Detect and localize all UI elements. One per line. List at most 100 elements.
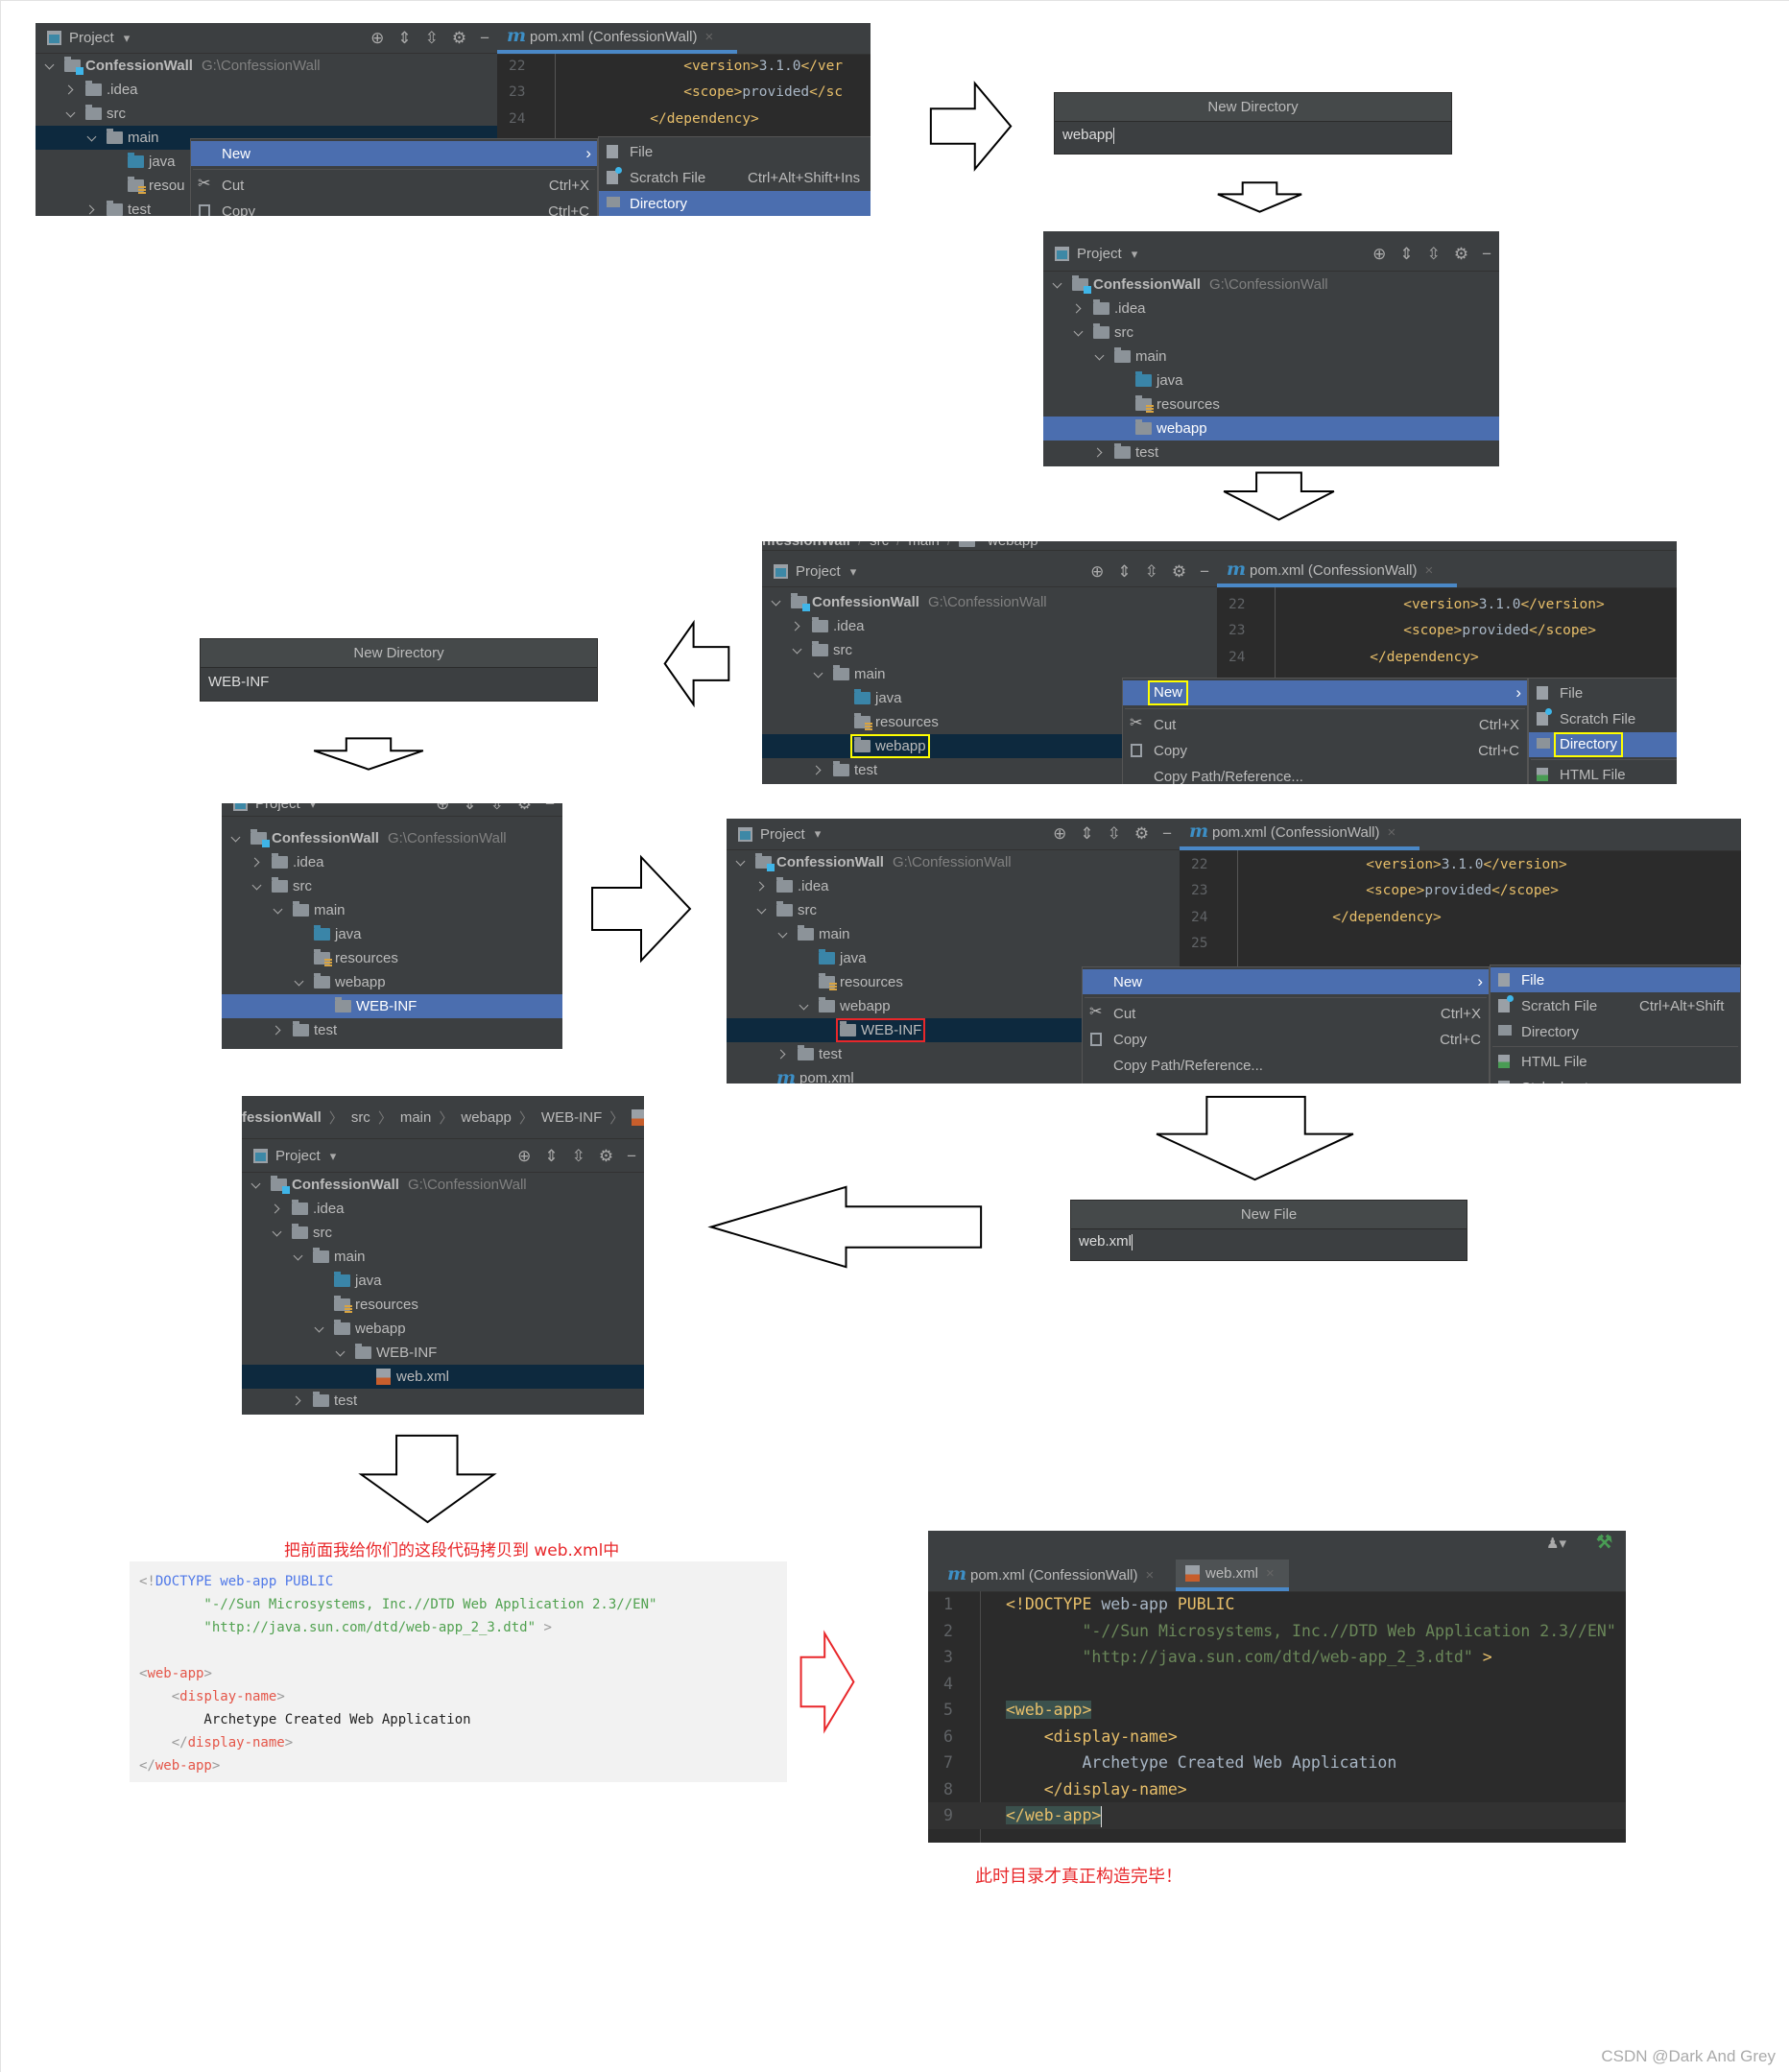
file-name-input[interactable]: web.xml bbox=[1077, 1229, 1461, 1254]
chevron-right-icon[interactable] bbox=[272, 1025, 287, 1035]
tree-item[interactable]: ConfessionWall G:\ConfessionWall bbox=[727, 850, 1180, 874]
collapse-all-icon[interactable]: ⇳ bbox=[490, 803, 504, 814]
chevron-down-icon[interactable] bbox=[292, 1251, 307, 1261]
gear-icon[interactable]: ⚙ bbox=[452, 29, 466, 48]
tree-item[interactable]: .idea bbox=[222, 850, 562, 874]
chevron-right-icon[interactable] bbox=[1072, 303, 1087, 313]
breadcrumb-item[interactable]: fessionWall bbox=[242, 1109, 322, 1126]
locate-icon[interactable]: ⊕ bbox=[436, 803, 449, 814]
tree-item[interactable]: webapp bbox=[222, 970, 562, 994]
code-area[interactable]: 1 <!DOCTYPE web-app PUBLIC 2 "-//Sun Micro… bbox=[928, 1591, 1626, 1843]
project-view-title[interactable]: Project bbox=[255, 803, 300, 812]
chevron-down-icon[interactable] bbox=[734, 857, 750, 867]
collapse-all-icon[interactable]: ⇳ bbox=[425, 29, 439, 48]
editor-tab[interactable]: web.xml × bbox=[1176, 1560, 1289, 1591]
chevron-down-icon[interactable] bbox=[272, 905, 287, 915]
expand-all-icon[interactable]: ⇕ bbox=[1117, 562, 1131, 582]
close-tab-icon[interactable]: × bbox=[1388, 824, 1396, 841]
menu-item[interactable]: Directory bbox=[1491, 1019, 1740, 1044]
tree-item[interactable]: resources bbox=[222, 946, 562, 970]
dropdown-arrow-icon[interactable]: ▾ bbox=[815, 826, 822, 842]
collapse-all-icon[interactable]: ⇳ bbox=[1108, 824, 1121, 844]
tree-item[interactable]: .idea bbox=[242, 1197, 644, 1221]
project-view-title[interactable]: Project bbox=[796, 563, 841, 580]
tree-item[interactable]: .idea bbox=[36, 78, 497, 102]
chevron-down-icon[interactable] bbox=[64, 108, 80, 118]
menu-item[interactable]: Cut Ctrl+X bbox=[1123, 712, 1527, 737]
tree-item[interactable]: java bbox=[242, 1269, 644, 1293]
tree-item[interactable]: webapp bbox=[242, 1317, 644, 1341]
menu-item[interactable]: Copy Path/Reference... bbox=[1123, 764, 1527, 785]
editor-tab[interactable]: pom.xml (ConfessionWall) × bbox=[1180, 819, 1419, 850]
project-view-title[interactable]: Project bbox=[275, 1148, 321, 1164]
tree-item[interactable]: main bbox=[1043, 345, 1499, 369]
expand-all-icon[interactable]: ⇕ bbox=[544, 1147, 558, 1166]
tree-item[interactable]: java bbox=[1043, 369, 1499, 393]
tree-item[interactable]: ConfessionWall G:\ConfessionWall bbox=[222, 826, 562, 850]
chevron-right-icon[interactable] bbox=[250, 857, 266, 867]
close-tab-icon[interactable]: × bbox=[1146, 1567, 1155, 1584]
tree-item[interactable]: .idea bbox=[762, 614, 1217, 638]
chevron-down-icon[interactable] bbox=[334, 1347, 349, 1357]
tree-item[interactable]: test bbox=[1043, 441, 1499, 464]
chevron-down-icon[interactable] bbox=[271, 1227, 286, 1237]
chevron-down-icon[interactable] bbox=[755, 905, 771, 915]
menu-item[interactable]: New › bbox=[1123, 680, 1527, 705]
tree-item[interactable]: ConfessionWall G:\ConfessionWall bbox=[1043, 273, 1499, 297]
hide-icon[interactable]: − bbox=[1482, 245, 1491, 264]
menu-item[interactable]: HTML File bbox=[1491, 1049, 1740, 1074]
chevron-right-icon[interactable] bbox=[791, 621, 806, 631]
chevron-right-icon[interactable] bbox=[271, 1203, 286, 1213]
hide-icon[interactable]: − bbox=[1200, 562, 1209, 582]
tree-item[interactable]: ConfessionWall G:\ConfessionWall bbox=[36, 54, 497, 78]
close-tab-icon[interactable]: × bbox=[1266, 1565, 1275, 1582]
dropdown-arrow-icon[interactable]: ▾ bbox=[1132, 247, 1138, 262]
chevron-down-icon[interactable] bbox=[776, 929, 792, 939]
tree-item[interactable]: resources bbox=[242, 1293, 644, 1317]
menu-item[interactable]: Directory bbox=[599, 191, 871, 216]
chevron-right-icon[interactable] bbox=[292, 1395, 307, 1405]
locate-icon[interactable]: ⊕ bbox=[370, 29, 384, 48]
menu-item[interactable]: File bbox=[1529, 680, 1677, 705]
breadcrumb-item[interactable]: webapp bbox=[988, 541, 1038, 549]
collapse-all-icon[interactable]: ⇳ bbox=[572, 1147, 585, 1166]
tree-item[interactable]: ConfessionWall G:\ConfessionWall bbox=[762, 590, 1217, 614]
chevron-down-icon[interactable] bbox=[85, 132, 101, 142]
tree-item[interactable]: webapp bbox=[1043, 416, 1499, 441]
tree-item[interactable]: src bbox=[242, 1221, 644, 1245]
chevron-down-icon[interactable] bbox=[250, 881, 266, 891]
tree-item[interactable]: web.xml bbox=[242, 1364, 644, 1389]
menu-item[interactable]: Directory bbox=[1529, 732, 1677, 757]
menu-item[interactable]: Copy Ctrl+C bbox=[191, 199, 597, 216]
tree-item[interactable]: main bbox=[727, 922, 1180, 946]
chevron-right-icon[interactable] bbox=[1093, 447, 1109, 457]
tree-item[interactable]: .idea bbox=[1043, 297, 1499, 321]
menu-item[interactable]: Stylesheet bbox=[1491, 1075, 1740, 1084]
menu-item[interactable]: File bbox=[599, 139, 871, 164]
chevron-right-icon[interactable] bbox=[776, 1049, 792, 1059]
tree-item[interactable]: src bbox=[1043, 321, 1499, 345]
breadcrumb-item[interactable]: nfessionWall bbox=[762, 541, 850, 549]
editor-tab[interactable]: pom.xml (ConfessionWall) × bbox=[497, 23, 737, 54]
breadcrumb-item[interactable]: webapp bbox=[461, 1109, 512, 1126]
collapse-all-icon[interactable]: ⇳ bbox=[1427, 245, 1441, 264]
tree-item[interactable]: main bbox=[222, 898, 562, 922]
gear-icon[interactable]: ⚙ bbox=[1134, 824, 1149, 844]
gear-icon[interactable]: ⚙ bbox=[1454, 245, 1468, 264]
chevron-down-icon[interactable] bbox=[798, 1001, 813, 1011]
tree-item[interactable]: src bbox=[222, 874, 562, 898]
chevron-down-icon[interactable] bbox=[229, 833, 245, 843]
gear-icon[interactable]: ⚙ bbox=[1172, 562, 1186, 582]
chevron-right-icon[interactable] bbox=[64, 84, 80, 94]
expand-all-icon[interactable]: ⇕ bbox=[463, 803, 476, 814]
gear-icon[interactable]: ⚙ bbox=[599, 1147, 613, 1166]
dropdown-arrow-icon[interactable]: ▾ bbox=[330, 1149, 337, 1164]
chevron-down-icon[interactable] bbox=[293, 977, 308, 987]
chevron-right-icon[interactable] bbox=[85, 204, 101, 214]
breadcrumb-item[interactable]: src bbox=[870, 541, 889, 549]
dropdown-arrow-icon[interactable]: ▾ bbox=[310, 803, 317, 812]
tree-item[interactable]: test bbox=[242, 1389, 644, 1413]
expand-all-icon[interactable]: ⇕ bbox=[397, 29, 411, 48]
locate-icon[interactable]: ⊕ bbox=[1372, 245, 1386, 264]
chevron-down-icon[interactable] bbox=[1093, 351, 1109, 361]
